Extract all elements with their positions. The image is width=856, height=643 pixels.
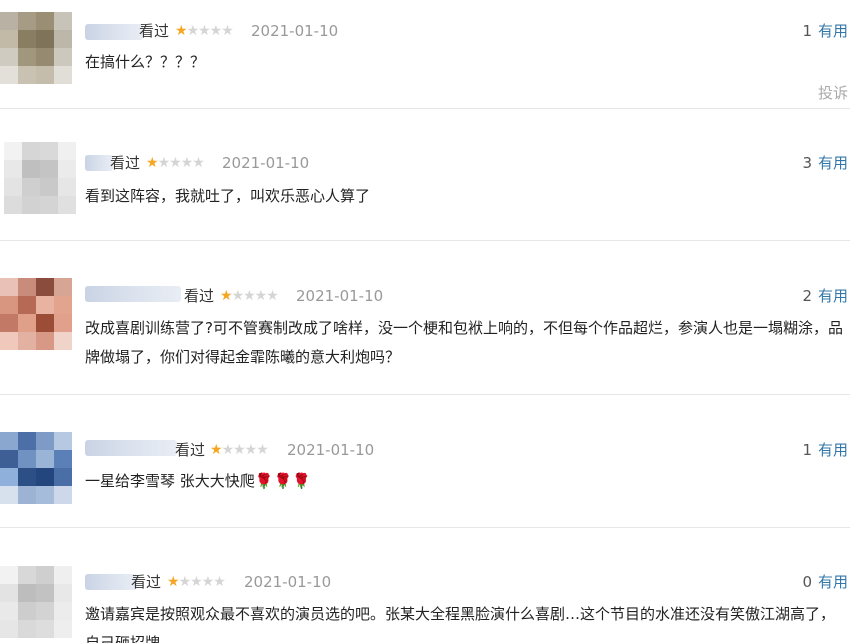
comment-text: 看到这阵容，我就吐了，叫欢乐恶心人算了 <box>85 187 371 205</box>
divider <box>0 394 850 395</box>
username-blurred[interactable] <box>85 574 137 590</box>
watched-status: 看过 <box>110 154 141 172</box>
rating-stars: ★★★★★ <box>167 573 226 591</box>
useful-button[interactable]: 有用 <box>818 22 848 40</box>
star-filled-icon: ★ <box>210 442 223 458</box>
watched-status: 看过 <box>175 441 206 459</box>
comment-text: 一星给李雪琴 张大大快爬🌹🌹🌹 <box>85 472 311 490</box>
comment-text: 改成喜剧训练营了?可不管赛制改成了啥样，没一个梗和包袱上响的，不但每个作品超烂，… <box>85 319 843 366</box>
watched-status: 看过 <box>184 287 215 305</box>
star-empty-icon: ★★★★ <box>186 23 234 39</box>
avatar[interactable] <box>0 12 72 84</box>
useful-vote[interactable]: 1 有用 <box>802 441 848 459</box>
star-filled-icon: ★ <box>146 155 159 171</box>
username-blurred[interactable] <box>85 24 143 40</box>
comment-date: 2021-01-10 <box>296 287 384 305</box>
star-filled-icon: ★ <box>220 288 233 304</box>
star-empty-icon: ★★★★ <box>231 288 279 304</box>
comment-text: 邀请嘉宾是按照观众最不喜欢的演员选的吧。张某大全程黑脸演什么喜剧…这个节目的水准… <box>85 605 836 643</box>
divider <box>0 240 850 241</box>
watched-status: 看过 <box>139 22 170 40</box>
avatar[interactable] <box>0 278 72 350</box>
star-empty-icon: ★★★★ <box>221 442 269 458</box>
avatar[interactable] <box>0 566 72 638</box>
avatar[interactable] <box>4 142 76 214</box>
rating-stars: ★★★★★ <box>220 287 279 305</box>
comment-date: 2021-01-10 <box>222 154 310 172</box>
comment-list: 看过 ★★★★★ 2021-01-10 1 有用 在搞什么？？？？ 投诉 看过 … <box>0 0 856 643</box>
watched-status: 看过 <box>131 573 162 591</box>
rating-stars: ★★★★★ <box>175 22 234 40</box>
star-empty-icon: ★★★★ <box>178 574 226 590</box>
useful-count: 0 <box>802 573 812 591</box>
rating-stars: ★★★★★ <box>210 441 269 459</box>
star-filled-icon: ★ <box>175 23 188 39</box>
username-blurred[interactable] <box>85 440 177 456</box>
useful-vote[interactable]: 3 有用 <box>802 154 848 172</box>
comment-date: 2021-01-10 <box>287 441 375 459</box>
useful-button[interactable]: 有用 <box>818 573 848 591</box>
rating-stars: ★★★★★ <box>146 154 205 172</box>
useful-count: 1 <box>802 22 812 40</box>
useful-vote[interactable]: 1 有用 <box>802 22 848 40</box>
comment-date: 2021-01-10 <box>244 573 332 591</box>
useful-count: 1 <box>802 441 812 459</box>
useful-count: 2 <box>802 287 812 305</box>
avatar[interactable] <box>0 432 72 504</box>
useful-button[interactable]: 有用 <box>818 441 848 459</box>
comment-date: 2021-01-10 <box>251 22 339 40</box>
useful-button[interactable]: 有用 <box>818 287 848 305</box>
useful-vote[interactable]: 2 有用 <box>802 287 848 305</box>
divider <box>0 527 850 528</box>
star-filled-icon: ★ <box>167 574 180 590</box>
star-empty-icon: ★★★★ <box>157 155 205 171</box>
username-blurred[interactable] <box>85 155 113 171</box>
username-blurred[interactable] <box>85 286 181 302</box>
useful-count: 3 <box>802 154 812 172</box>
useful-vote[interactable]: 0 有用 <box>802 573 848 591</box>
divider <box>0 108 850 109</box>
comment-text: 在搞什么？？？？ <box>85 53 206 71</box>
useful-button[interactable]: 有用 <box>818 154 848 172</box>
report-link[interactable]: 投诉 <box>818 82 848 103</box>
